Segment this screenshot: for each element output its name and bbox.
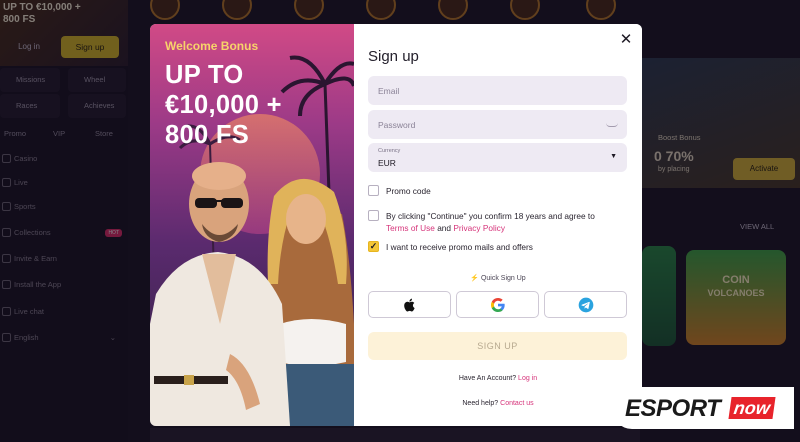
- caret-down-icon: ▼: [610, 153, 617, 160]
- currency-label: Currency: [378, 148, 401, 154]
- quick-signup-label: ⚡ Quick Sign Up: [470, 275, 526, 282]
- terms-and: and: [437, 223, 452, 233]
- signup-form: Sign up ✕ Currency EUR ▼ Promo code By c…: [354, 24, 642, 426]
- google-icon: [491, 298, 505, 312]
- welcome-bonus-panel: Welcome Bonus UP TO €10,000 + 800 FS: [150, 24, 354, 426]
- email-input[interactable]: [368, 76, 627, 105]
- promo-code-checkbox[interactable]: [368, 185, 379, 196]
- promo-mails-label: I want to receive promo mails and offers: [386, 242, 533, 252]
- promo-mails-checkbox[interactable]: ✓: [368, 241, 379, 252]
- esportnow-watermark-logo: ESPORT now: [612, 387, 794, 429]
- signup-modal: Welcome Bonus UP TO €10,000 + 800 FS Sig…: [150, 24, 642, 426]
- watermark-now-text: now: [728, 397, 776, 419]
- privacy-policy-link[interactable]: Privacy Policy: [453, 223, 505, 233]
- password-field[interactable]: [368, 110, 627, 139]
- currency-select[interactable]: Currency EUR ▼: [368, 143, 627, 172]
- watermark-esport-text: ESPORT: [625, 395, 721, 422]
- login-prompt: Have An Account? Log in: [458, 375, 538, 382]
- apple-signup-button[interactable]: [368, 291, 451, 318]
- google-signup-button[interactable]: [456, 291, 539, 318]
- contact-us-link[interactable]: Contact us: [500, 400, 533, 407]
- apple-icon: [404, 298, 415, 312]
- terms-of-use-link[interactable]: Terms of Use: [386, 223, 435, 233]
- close-icon[interactable]: ✕: [618, 32, 634, 48]
- promo-code-label: Promo code: [386, 186, 431, 196]
- terms-text: By clicking "Continue" you confirm 18 ye…: [386, 210, 626, 234]
- promo-headline-line: UP TO: [165, 61, 244, 89]
- terms-text-main: By clicking "Continue" you confirm 18 ye…: [386, 211, 595, 221]
- telegram-signup-button[interactable]: [544, 291, 627, 318]
- help-prompt: Need help? Contact us: [462, 400, 534, 407]
- promo-kicker: Welcome Bonus: [165, 39, 259, 53]
- lightning-icon: ⚡: [470, 275, 479, 282]
- password-input[interactable]: [368, 110, 627, 139]
- form-title: Sign up: [368, 48, 419, 65]
- telegram-icon: [578, 297, 594, 313]
- currency-value: EUR: [378, 158, 396, 168]
- login-link[interactable]: Log in: [518, 375, 537, 382]
- signup-submit-button[interactable]: SIGN UP: [368, 332, 627, 360]
- promo-headline-line: 800 FS: [165, 121, 250, 149]
- promo-headline-line: €10,000 +: [165, 91, 282, 119]
- promo-headline: UP TO €10,000 + 800 FS: [165, 60, 345, 150]
- email-field[interactable]: [368, 76, 627, 105]
- terms-checkbox[interactable]: [368, 210, 379, 221]
